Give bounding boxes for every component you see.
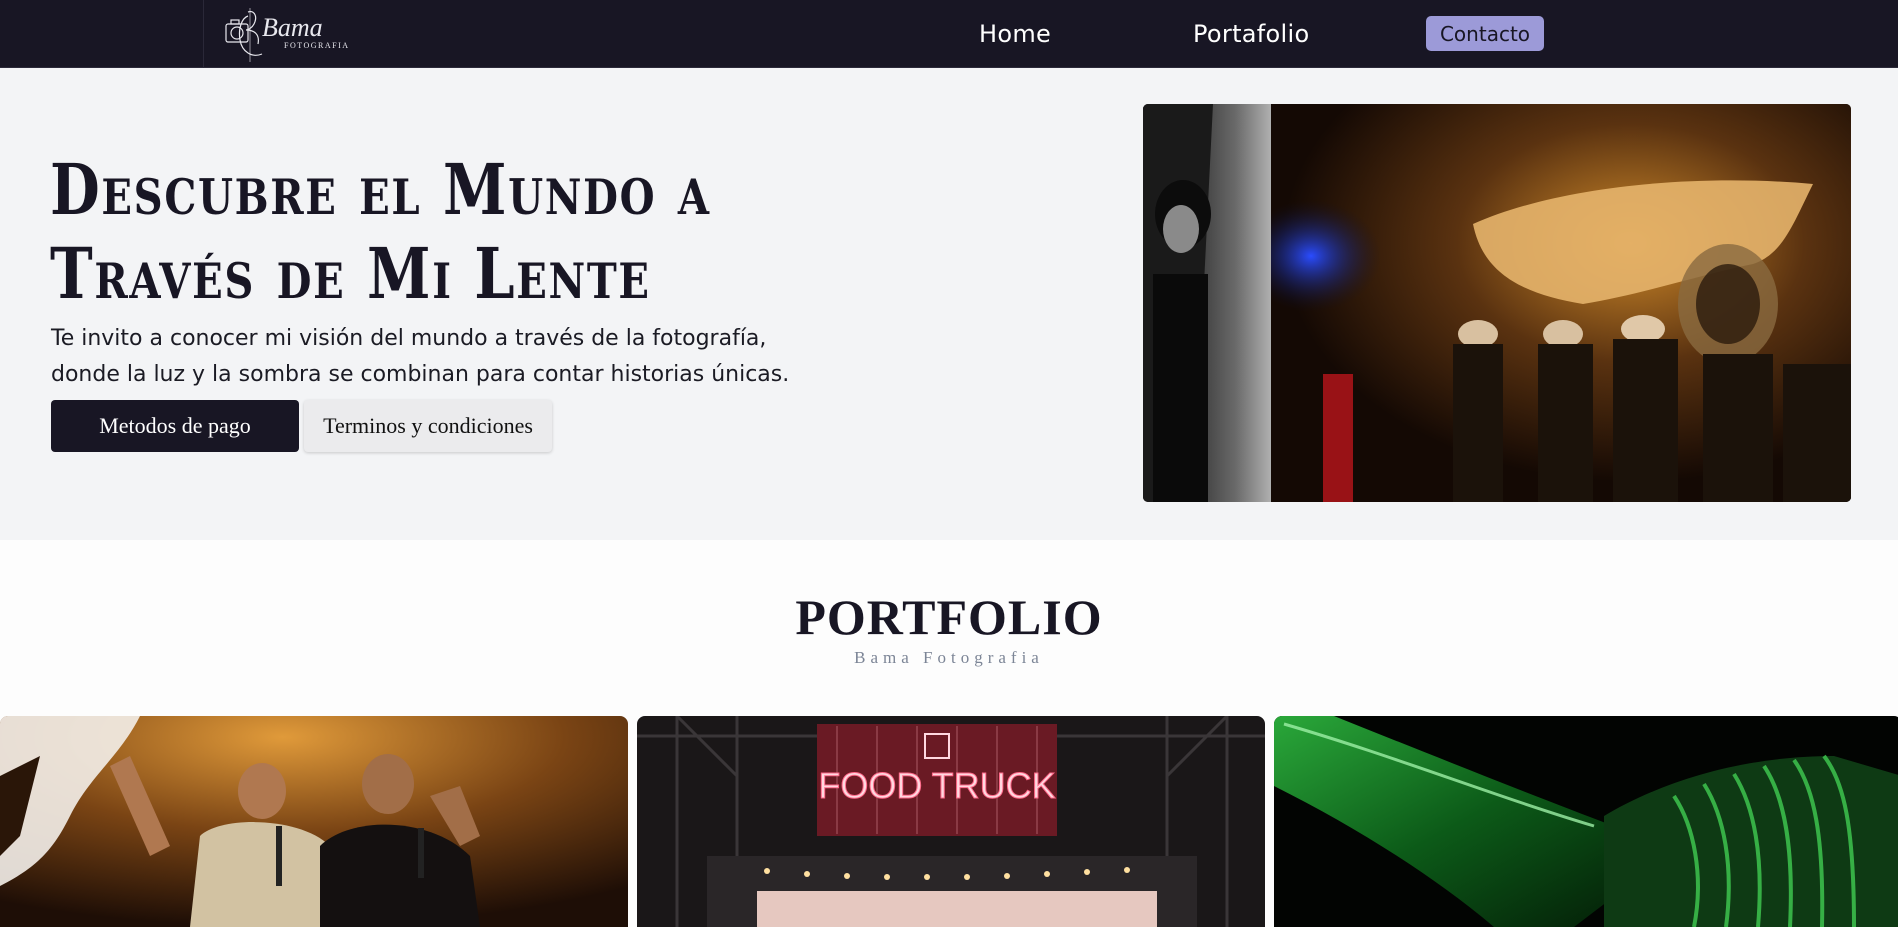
logo[interactable]: Bama FOTOGRAFIA — [222, 4, 362, 64]
nav-divider — [203, 0, 204, 68]
hero-photo-image — [1143, 104, 1851, 502]
nav-link-portafolio[interactable]: Portafolio — [1193, 20, 1309, 48]
contact-button[interactable]: Contacto — [1426, 16, 1544, 51]
hero-photo — [1143, 104, 1851, 502]
hero-section: Descubre el Mundo a Través de Mi Lente T… — [0, 68, 1898, 540]
concert-photo-icon — [0, 716, 628, 927]
green-bottle-photo-icon — [1274, 716, 1898, 927]
food-truck-sign: FOOD TRUCK — [818, 765, 1055, 806]
logo-text: Bama — [262, 13, 323, 42]
portfolio-title: PORTFOLIO — [795, 589, 1103, 645]
gallery-card-food-truck[interactable]: FOOD TRUCK — [637, 716, 1265, 927]
camera-logo-icon: Bama FOTOGRAFIA — [225, 8, 350, 62]
food-truck-photo-icon: FOOD TRUCK — [637, 716, 1265, 927]
nav-link-home[interactable]: Home — [979, 20, 1051, 48]
hero-description: Te invito a conocer mi visión del mundo … — [51, 326, 790, 387]
navbar: Bama FOTOGRAFIA Home Portafolio Contacto — [0, 0, 1898, 68]
logo-subtext: FOTOGRAFIA — [284, 41, 350, 50]
portfolio-subtitle: Bama Fotografia — [854, 648, 1044, 667]
hero-title: Descubre el Mundo a Través de Mi Lente — [50, 148, 711, 315]
gallery-card-green-bottle[interactable] — [1274, 716, 1898, 927]
terms-conditions-button[interactable]: Terminos y condiciones — [304, 400, 552, 452]
gallery-card-concert[interactable] — [0, 716, 628, 927]
payment-methods-button[interactable]: Metodos de pago — [51, 400, 299, 452]
